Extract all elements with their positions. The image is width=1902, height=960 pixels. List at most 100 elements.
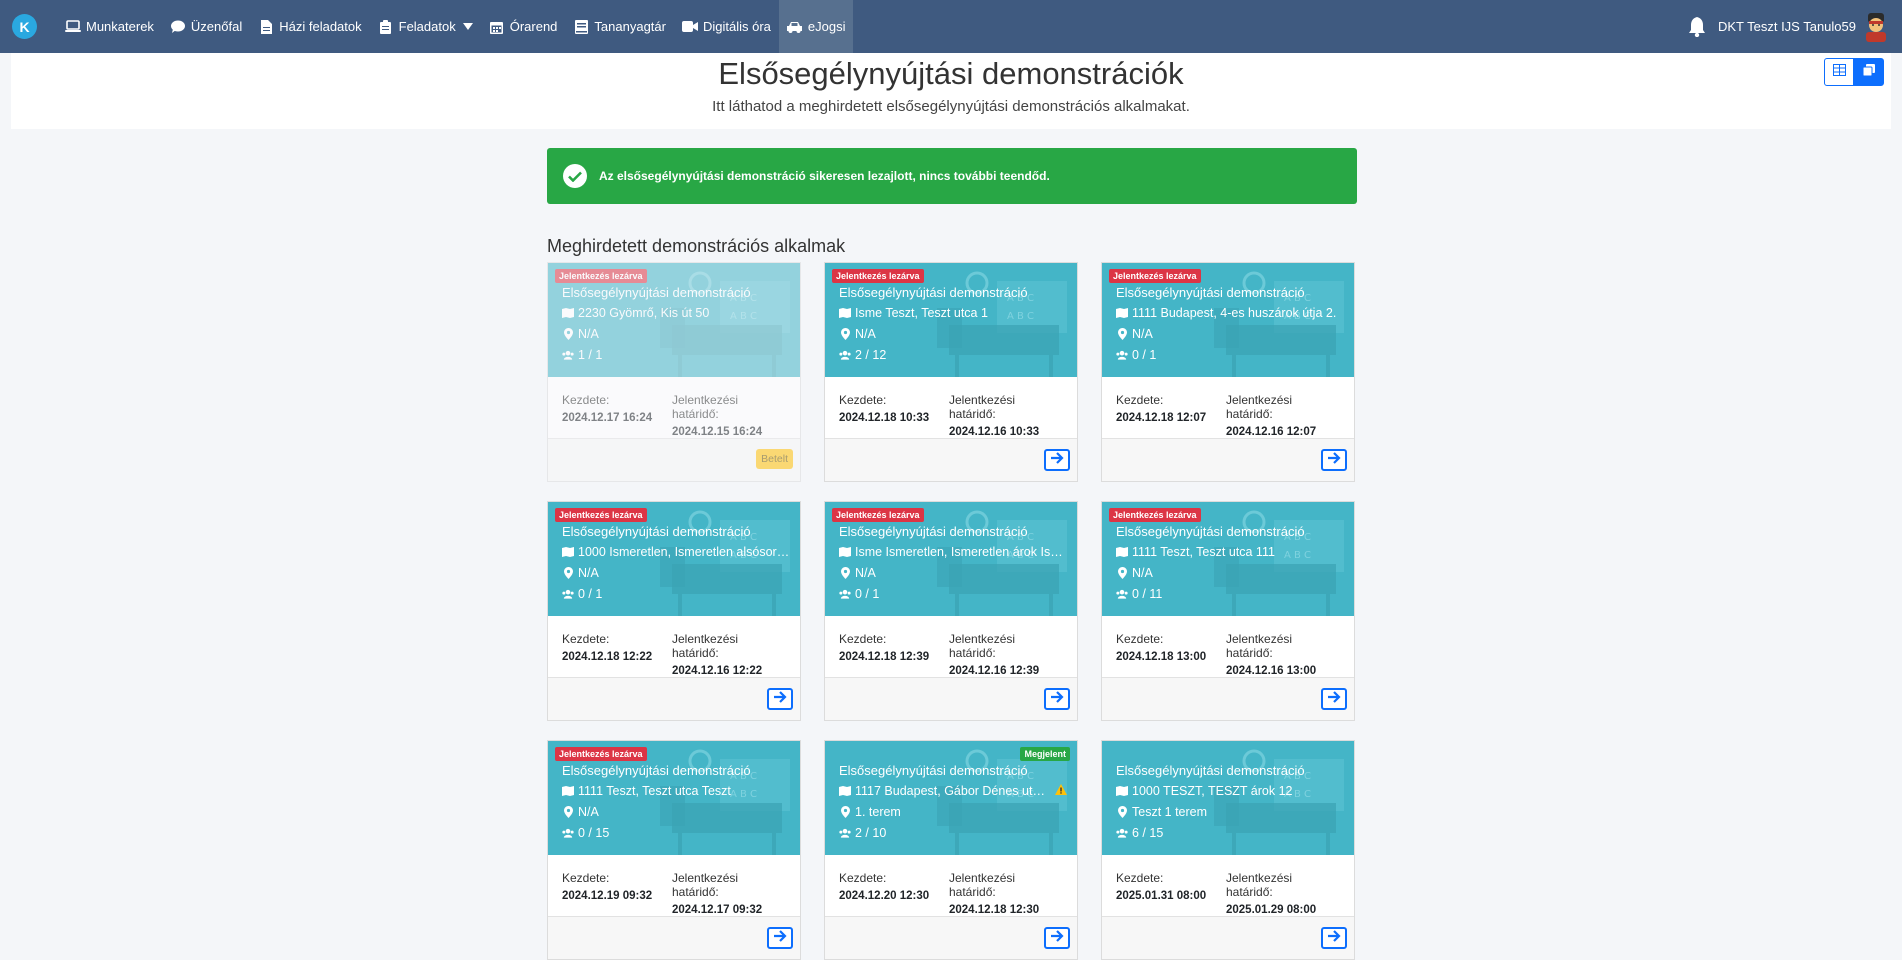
nav-item-digitalis-ora[interactable]: Digitális óra bbox=[674, 0, 779, 53]
nav-item-uzenofal[interactable]: Üzenőfal bbox=[162, 0, 250, 53]
nav-item-feladatok[interactable]: Feladatok bbox=[370, 0, 481, 53]
card-address-row: 1000 Ismeretlen, Ismeretlen alsósor I... bbox=[562, 545, 790, 559]
card-title: Elsősegélynyújtási demonstráció bbox=[839, 285, 1028, 300]
start-label: Kezdete: bbox=[839, 632, 887, 646]
start-value: 2024.12.18 12:22 bbox=[562, 651, 653, 663]
card-title: Elsősegélynyújtási demonstráció bbox=[1116, 285, 1305, 300]
arrow-right-icon bbox=[1050, 929, 1064, 947]
brand-letter: K bbox=[19, 18, 30, 35]
book-icon bbox=[573, 19, 589, 35]
nav-item-orarend[interactable]: Órarend bbox=[481, 0, 566, 53]
card-header: A B C A B C Jelentkezés lezárva Elsősegé… bbox=[548, 502, 800, 616]
check-circle-icon bbox=[563, 164, 587, 188]
demonstration-card: A B C A B C Jelentkezés lezárva Elsősegé… bbox=[547, 501, 801, 721]
warning-icon bbox=[1055, 784, 1067, 798]
bell-icon[interactable] bbox=[1686, 16, 1708, 38]
card-room: N/A bbox=[578, 805, 599, 819]
deadline-label: Jelentkezési határidő: bbox=[672, 393, 739, 421]
card-room: N/A bbox=[578, 566, 599, 580]
open-card-button[interactable] bbox=[767, 927, 793, 949]
users-icon bbox=[562, 349, 574, 361]
grid-view-button[interactable] bbox=[1824, 58, 1854, 86]
card-title: Elsősegélynyújtási demonstráció bbox=[1116, 524, 1305, 539]
start-value: 2024.12.18 10:33 bbox=[839, 412, 930, 424]
card-people-row: 0 / 1 bbox=[1116, 348, 1344, 362]
map-marker-icon bbox=[1116, 567, 1128, 579]
status-badge: Jelentkezés lezárva bbox=[555, 747, 647, 761]
card-title: Elsősegélynyújtási demonstráció bbox=[1116, 763, 1305, 778]
card-room-row: N/A bbox=[839, 327, 1067, 341]
deadline-label: Jelentkezési határidő: bbox=[1226, 871, 1293, 899]
map-icon bbox=[839, 785, 851, 797]
alert-text: Az elsősegélynyújtási demonstráció siker… bbox=[599, 169, 1050, 183]
brand-logo[interactable]: K bbox=[12, 14, 37, 39]
deadline-value: 2024.12.18 12:30 bbox=[949, 904, 1040, 916]
nav-item-munkaterek[interactable]: Munkaterek bbox=[57, 0, 162, 53]
open-card-button[interactable] bbox=[1321, 688, 1347, 710]
map-icon bbox=[562, 307, 574, 319]
map-icon bbox=[1116, 785, 1128, 797]
status-badge: Jelentkezés lezárva bbox=[1109, 508, 1201, 522]
nav-label: Munkaterek bbox=[86, 19, 154, 34]
card-people: 2 / 10 bbox=[855, 826, 887, 840]
card-address: Isme Teszt, Teszt utca 1 bbox=[855, 306, 988, 320]
card-address-row: Isme Ismeretlen, Ismeretlen árok Ism... bbox=[839, 545, 1067, 559]
map-marker-icon bbox=[839, 567, 851, 579]
demonstration-grid: A B C A B C Jelentkezés lezárva Elsősegé… bbox=[547, 262, 1357, 960]
nav-label: Digitális óra bbox=[702, 19, 771, 34]
nav-label: Tananyagtár bbox=[594, 19, 666, 34]
start-label: Kezdete: bbox=[1116, 871, 1164, 885]
open-card-button[interactable] bbox=[1044, 449, 1070, 471]
deadline-value: 2025.01.29 08:00 bbox=[1226, 904, 1317, 916]
arrow-right-icon bbox=[1327, 451, 1341, 469]
card-address: 2230 Gyömrő, Kis út 50 bbox=[578, 306, 710, 320]
card-title: Elsősegélynyújtási demonstráció bbox=[839, 763, 1028, 778]
arrow-right-icon bbox=[1327, 929, 1341, 947]
open-card-button[interactable] bbox=[1044, 927, 1070, 949]
status-badge: Jelentkezés lezárva bbox=[555, 508, 647, 522]
start-value: 2024.12.19 09:32 bbox=[562, 890, 653, 902]
nav-label: Házi feladatok bbox=[279, 19, 362, 34]
card-people: 0 / 15 bbox=[578, 826, 610, 840]
card-view-button[interactable] bbox=[1854, 58, 1884, 86]
start-value: 2024.12.18 13:00 bbox=[1116, 651, 1207, 663]
map-icon bbox=[839, 546, 851, 558]
open-card-button[interactable] bbox=[1321, 927, 1347, 949]
users-icon bbox=[839, 588, 851, 600]
deadline-label: Jelentkezési határidő: bbox=[1226, 632, 1293, 660]
open-card-button[interactable] bbox=[1044, 688, 1070, 710]
card-room-row: Teszt 1 terem bbox=[1116, 805, 1344, 819]
card-title: Elsősegélynyújtási demonstráció bbox=[562, 763, 751, 778]
card-footer bbox=[1102, 677, 1354, 720]
nav-item-ejogsi[interactable]: eJogsi bbox=[778, 0, 854, 53]
status-badge: Megjelent bbox=[1020, 747, 1070, 761]
demonstration-card: A B C A B C Jelentkezés lezárva Elsősegé… bbox=[824, 262, 1078, 482]
deadline-value: 2024.12.16 10:33 bbox=[949, 426, 1040, 438]
deadline-value: 2024.12.16 12:07 bbox=[1226, 426, 1317, 438]
success-alert: Az elsősegélynyújtási demonstráció siker… bbox=[547, 148, 1357, 204]
avatar[interactable] bbox=[1862, 12, 1890, 42]
demonstration-card: A B C A B C Jelentkezés lezárva Elsősegé… bbox=[1101, 501, 1355, 721]
open-card-button[interactable] bbox=[1321, 449, 1347, 471]
nav-user-area: DKT Teszt IJS Tanulo59 bbox=[1686, 0, 1902, 53]
nav-item-tananyagtar[interactable]: Tananyagtár bbox=[565, 0, 674, 53]
start-label: Kezdete: bbox=[839, 871, 887, 885]
card-room: N/A bbox=[1132, 327, 1153, 341]
card-room: N/A bbox=[855, 566, 876, 580]
card-title: Elsősegélynyújtási demonstráció bbox=[562, 285, 751, 300]
deadline-value: 2024.12.16 13:00 bbox=[1226, 665, 1317, 677]
card-address-row: 1117 Budapest, Gábor Dénes utca ... bbox=[839, 784, 1067, 798]
open-card-button[interactable] bbox=[767, 688, 793, 710]
nav-label: Órarend bbox=[509, 19, 558, 34]
page-subtitle: Itt láthatod a meghirdetett elsősegélyny… bbox=[712, 98, 1190, 115]
user-name[interactable]: DKT Teszt IJS Tanulo59 bbox=[1718, 19, 1856, 34]
card-people-row: 2 / 10 bbox=[839, 826, 1067, 840]
top-navbar: K Munkaterek Üzenőfal Házi feladatok Fel… bbox=[0, 0, 1902, 53]
start-value: 2024.12.18 12:39 bbox=[839, 651, 930, 663]
start-value: 2024.12.20 12:30 bbox=[839, 890, 930, 902]
demonstration-card: A B C A B C Jelentkezés lezárva Elsősegé… bbox=[547, 262, 801, 482]
nav-label: Feladatok bbox=[398, 19, 456, 34]
card-address: 1111 Teszt, Teszt utca 111 bbox=[1132, 545, 1275, 559]
status-badge: Jelentkezés lezárva bbox=[832, 269, 924, 283]
nav-item-hazi-feladatok[interactable]: Házi feladatok bbox=[250, 0, 369, 53]
